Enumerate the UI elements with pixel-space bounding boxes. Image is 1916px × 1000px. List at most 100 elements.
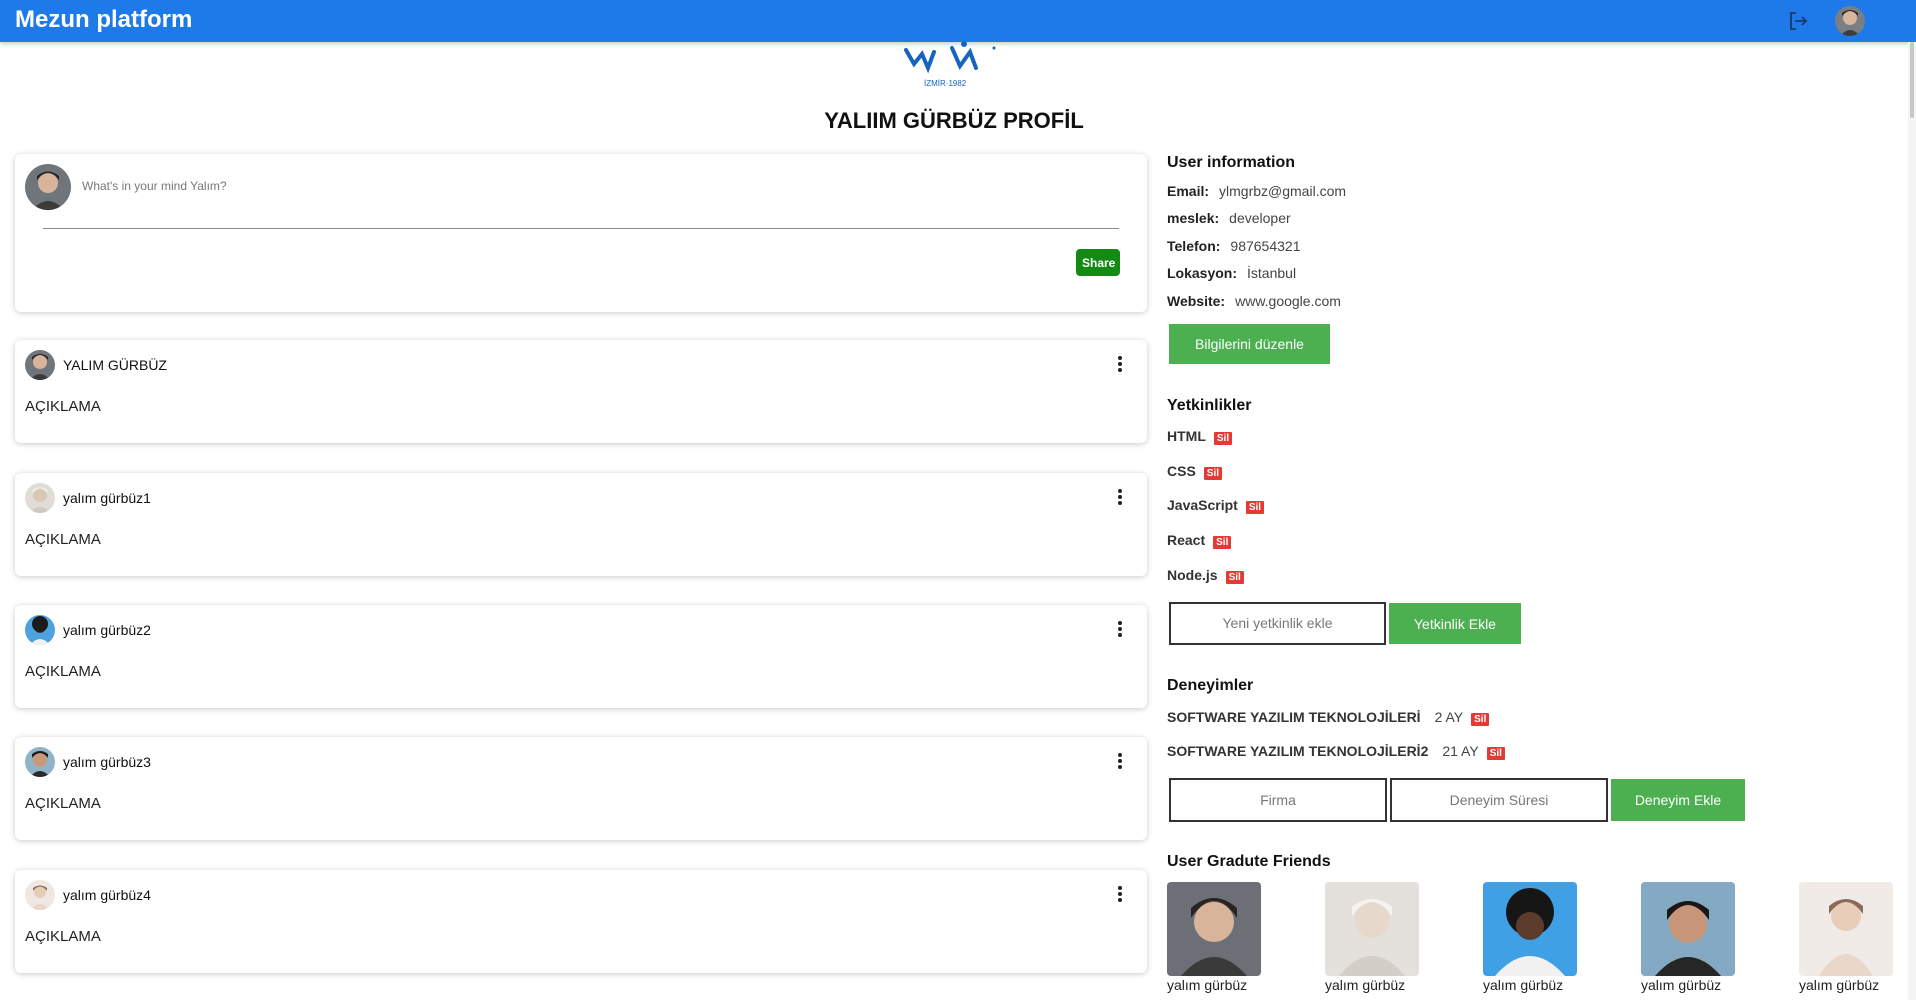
skill-item: Node.js Sil xyxy=(1167,567,1244,584)
info-value[interactable]: www.google.com xyxy=(1235,293,1341,309)
friend-card[interactable]: yalım gürbüz xyxy=(1799,882,1893,993)
post-card: yalım gürbüz1 AÇIKLAMA xyxy=(15,473,1147,576)
experiences-title: Deneyimler xyxy=(1167,677,1254,694)
skill-item: React Sil xyxy=(1167,532,1232,549)
skill-item: JavaScript Sil xyxy=(1167,497,1265,514)
company-input[interactable]: Firma xyxy=(1169,778,1387,822)
new-skill-input[interactable]: Yeni yetkinlik ekle xyxy=(1169,602,1386,645)
experience-item: SOFTWARE YAZILIM TEKNOLOJİLERİ 2 AY Sil xyxy=(1167,709,1490,726)
duration-input[interactable]: Deneyim Süresi xyxy=(1390,778,1608,822)
friend-photo[interactable] xyxy=(1799,882,1893,976)
friend-photo[interactable] xyxy=(1641,882,1735,976)
skill-name: HTML xyxy=(1167,428,1206,444)
info-key: Lokasyon: xyxy=(1167,265,1238,281)
friend-photo[interactable] xyxy=(1325,882,1419,976)
info-row-email: Email: ylmgrbz@gmail.com xyxy=(1167,183,1346,199)
info-row-lokasyon: Lokasyon: İstanbul xyxy=(1167,265,1296,281)
info-row-website: Website: www.google.com xyxy=(1167,293,1341,309)
friend-photo[interactable] xyxy=(1167,882,1261,976)
skill-name: React xyxy=(1167,532,1206,548)
friend-card[interactable]: yalım gürbüz xyxy=(1483,882,1577,993)
more-vert-icon[interactable] xyxy=(1114,619,1126,639)
info-key: Email: xyxy=(1167,183,1210,199)
logo-caption: İZMİR·1982 xyxy=(924,79,967,88)
friend-card[interactable]: yalım gürbüz xyxy=(1167,882,1261,993)
friend-card[interactable]: yalım gürbüz xyxy=(1641,882,1735,993)
add-skill-button[interactable]: Yetkinlik Ekle xyxy=(1389,603,1521,644)
info-value: developer xyxy=(1229,210,1291,226)
skill-delete-button[interactable]: Sil xyxy=(1225,571,1244,584)
info-key: meslek: xyxy=(1167,210,1220,226)
post-avatar xyxy=(25,880,55,910)
post-description: AÇIKLAMA xyxy=(25,531,101,548)
info-value: 987654321 xyxy=(1230,238,1301,254)
post-author[interactable]: yalım gürbüz1 xyxy=(63,490,151,506)
skill-delete-button[interactable]: Sil xyxy=(1213,536,1232,549)
friend-name[interactable]: yalım gürbüz xyxy=(1799,977,1893,993)
post-author[interactable]: yalım gürbüz2 xyxy=(63,622,151,638)
skill-delete-button[interactable]: Sil xyxy=(1213,432,1233,445)
skill-item: HTML Sil xyxy=(1167,428,1233,445)
info-row-meslek: meslek: developer xyxy=(1167,210,1291,226)
post-card: yalım gürbüz3 AÇIKLAMA xyxy=(15,737,1147,840)
post-description: AÇIKLAMA xyxy=(25,795,101,812)
app-bar: Mezun platform xyxy=(0,0,1916,42)
composer-avatar xyxy=(25,164,71,210)
add-experience-button[interactable]: Deneyim Ekle xyxy=(1611,779,1745,821)
input-underline xyxy=(43,228,1119,229)
scrollbar-track[interactable] xyxy=(1908,42,1916,1000)
info-value: İstanbul xyxy=(1247,265,1297,281)
friend-name[interactable]: yalım gürbüz xyxy=(1325,977,1419,993)
post-author[interactable]: yalım gürbüz4 xyxy=(63,887,151,903)
experience-company: SOFTWARE YAZILIM TEKNOLOJİLERİ2 xyxy=(1167,743,1429,759)
friend-name[interactable]: yalım gürbüz xyxy=(1167,977,1261,993)
experience-delete-button[interactable]: Sil xyxy=(1486,747,1505,760)
post-input[interactable]: What's in your mind Yalım? xyxy=(82,179,227,193)
experience-company: SOFTWARE YAZILIM TEKNOLOJİLERİ xyxy=(1167,709,1421,725)
skill-item: CSS Sil xyxy=(1167,463,1223,480)
brand-title[interactable]: Mezun platform xyxy=(15,6,192,34)
more-vert-icon[interactable] xyxy=(1114,487,1126,507)
info-value: ylmgrbz@gmail.com xyxy=(1219,183,1347,199)
skills-title: Yetkinlikler xyxy=(1167,397,1252,414)
info-key: Website: xyxy=(1167,293,1226,309)
edit-info-button[interactable]: Bilgilerini düzenle xyxy=(1169,324,1330,364)
info-key: Telefon: xyxy=(1167,238,1221,254)
experience-delete-button[interactable]: Sil xyxy=(1471,713,1490,726)
post-author[interactable]: yalım gürbüz3 xyxy=(63,754,151,770)
friends-title: User Gradute Friends xyxy=(1167,853,1331,870)
post-description: AÇIKLAMA xyxy=(25,398,101,415)
share-button[interactable]: Share xyxy=(1076,249,1120,276)
more-vert-icon[interactable] xyxy=(1114,884,1126,904)
skill-delete-button[interactable]: Sil xyxy=(1245,501,1265,514)
experience-item: SOFTWARE YAZILIM TEKNOLOJİLERİ2 21 AY Sil xyxy=(1167,743,1505,760)
logout-icon[interactable] xyxy=(1786,9,1810,33)
friend-card[interactable]: yalım gürbüz xyxy=(1325,882,1419,993)
post-description: AÇIKLAMA xyxy=(25,928,101,945)
post-description: AÇIKLAMA xyxy=(25,663,101,680)
post-card: yalım gürbüz2 AÇIKLAMA xyxy=(15,605,1147,708)
friend-photo[interactable] xyxy=(1483,882,1577,976)
post-author[interactable]: YALIM GÜRBÜZ xyxy=(63,357,167,373)
page-title: YALIIM GÜRBÜZ PROFİL xyxy=(824,108,1084,133)
university-logo: İZMİR·1982 xyxy=(900,38,1030,88)
user-info-title: User information xyxy=(1167,154,1296,171)
info-row-telefon: Telefon: 987654321 xyxy=(1167,238,1300,254)
more-vert-icon[interactable] xyxy=(1114,354,1126,374)
post-avatar xyxy=(25,350,55,380)
post-composer: What's in your mind Yalım? Share xyxy=(15,154,1147,312)
friend-name[interactable]: yalım gürbüz xyxy=(1483,977,1577,993)
more-vert-icon[interactable] xyxy=(1114,751,1126,771)
skill-name: JavaScript xyxy=(1167,497,1238,513)
post-avatar xyxy=(25,615,55,645)
friend-name[interactable]: yalım gürbüz xyxy=(1641,977,1735,993)
experience-duration: 2 AY xyxy=(1434,709,1464,725)
user-avatar-icon[interactable] xyxy=(1835,6,1865,36)
experience-duration: 21 AY xyxy=(1442,743,1479,759)
post-card: YALIM GÜRBÜZ AÇIKLAMA xyxy=(15,340,1147,443)
scrollbar-thumb[interactable] xyxy=(1910,42,1914,118)
skill-name: Node.js xyxy=(1167,567,1218,583)
skill-name: CSS xyxy=(1167,463,1196,479)
post-avatar xyxy=(25,747,55,777)
skill-delete-button[interactable]: Sil xyxy=(1203,467,1223,480)
